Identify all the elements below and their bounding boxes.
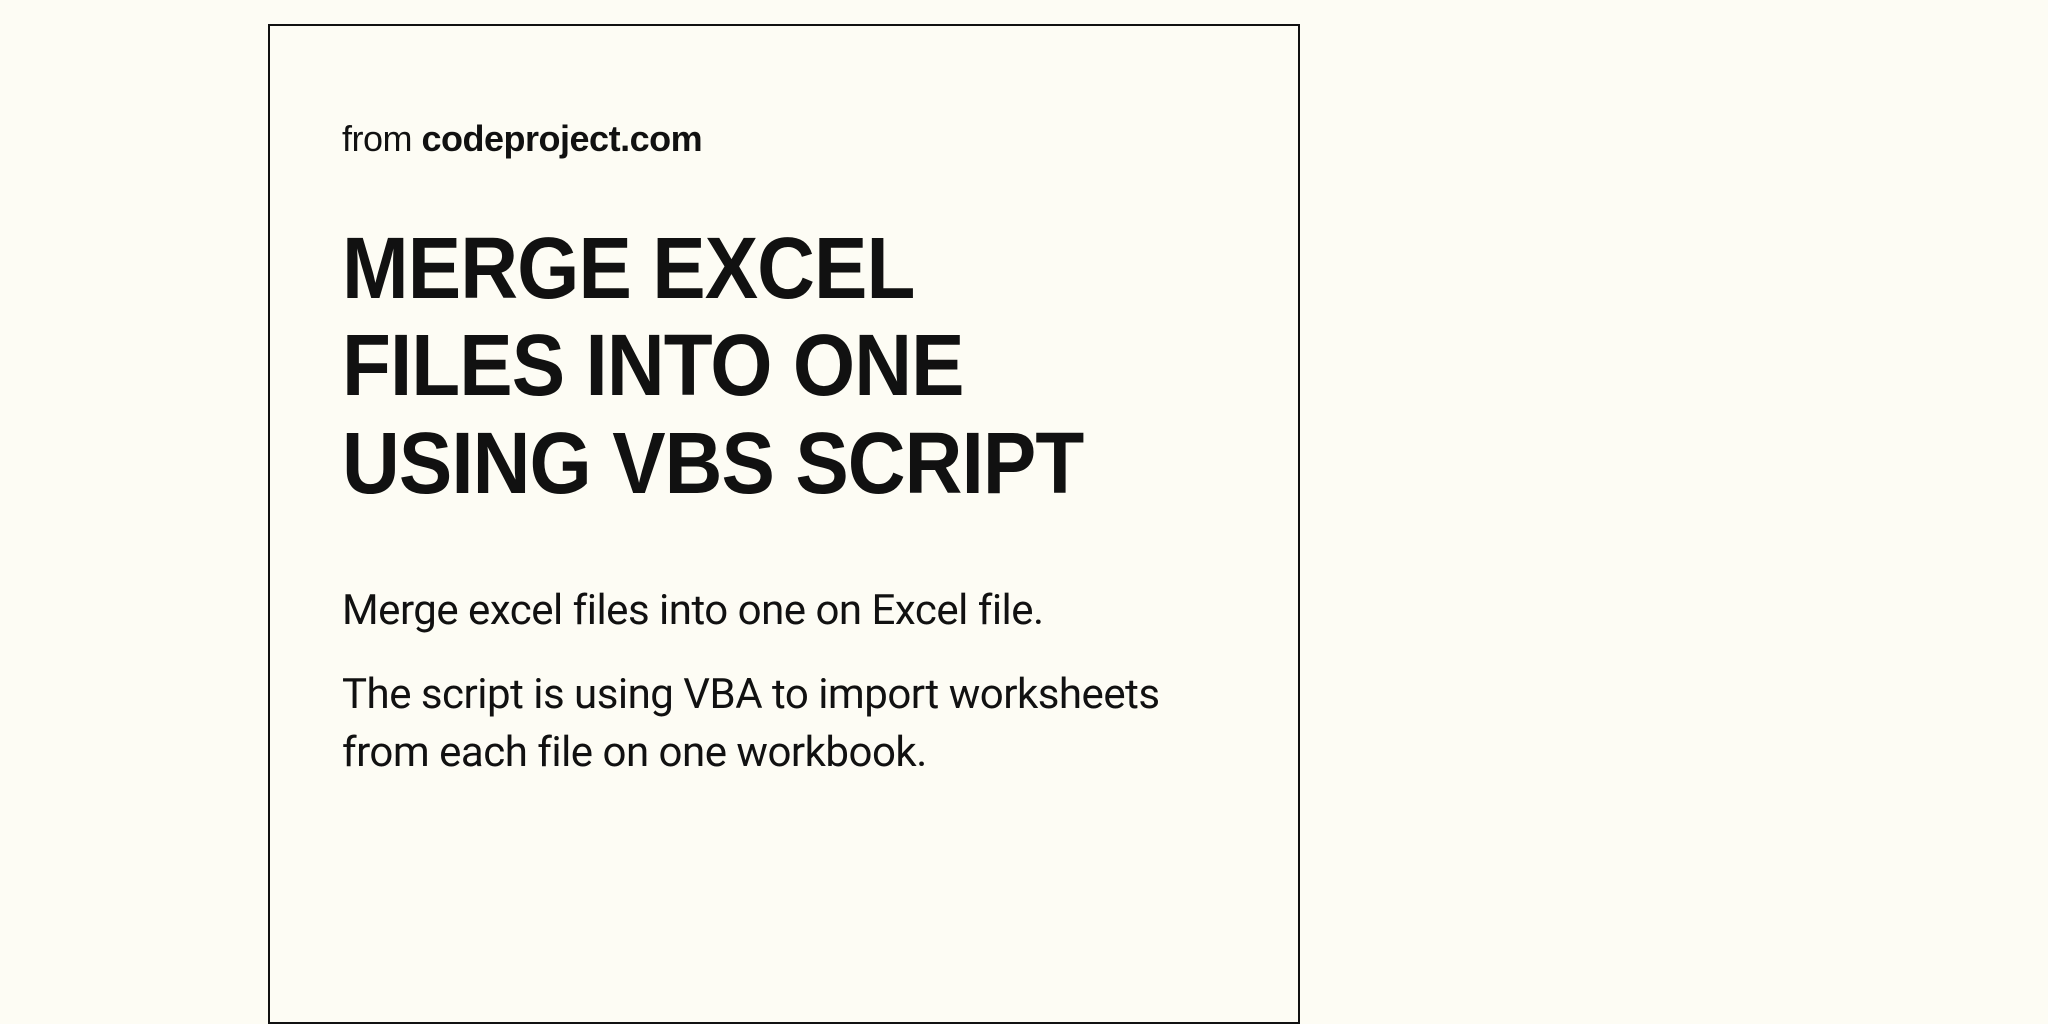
- source-line: from codeproject.com: [342, 118, 1226, 160]
- body-paragraph-2: The script is using VBA to import worksh…: [342, 666, 1226, 782]
- article-card: from codeproject.com MERGE EXCEL FILES I…: [268, 24, 1300, 1024]
- article-body: Merge excel files into one on Excel file…: [342, 582, 1226, 782]
- body-paragraph-1: Merge excel files into one on Excel file…: [342, 582, 1226, 640]
- source-prefix: from: [342, 118, 422, 159]
- source-domain: codeproject.com: [422, 118, 703, 159]
- article-headline: MERGE EXCEL FILES INTO ONE USING VBS SCR…: [342, 220, 1155, 512]
